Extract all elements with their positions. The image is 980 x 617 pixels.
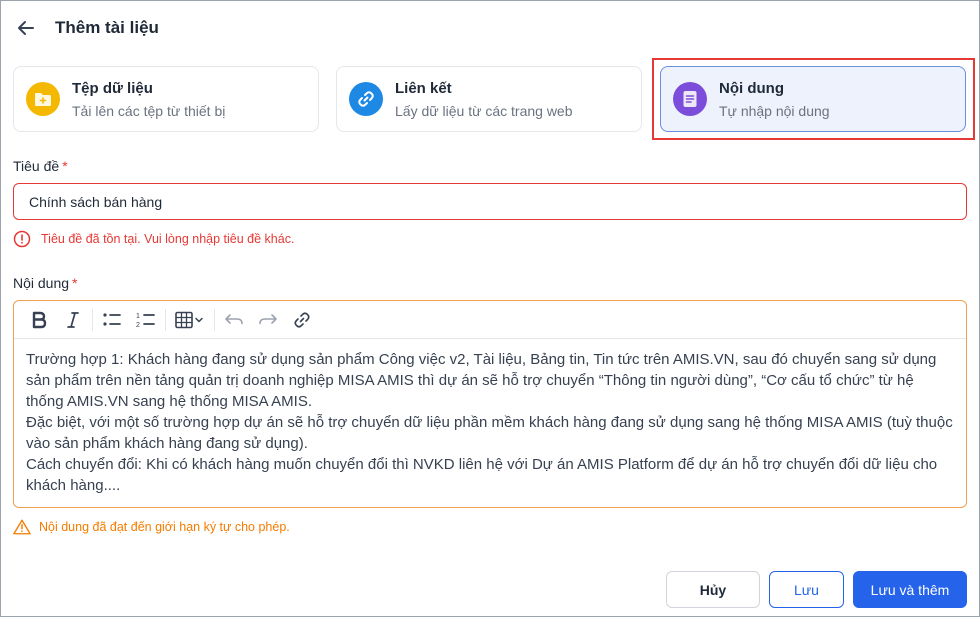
card-title: Nội dung: [719, 79, 784, 97]
title-error-message: Tiêu đề đã tồn tại. Vui lòng nhập tiêu đ…: [13, 230, 294, 248]
source-card-content[interactable]: Nội dung Tự nhập nội dung: [660, 66, 966, 132]
content-paragraph: Cách chuyển đổi: Khi có khách hàng muốn …: [26, 456, 938, 494]
numbered-list-icon: 12: [136, 313, 155, 329]
content-label: Nội dung *: [13, 275, 78, 291]
warning-icon: [13, 518, 31, 536]
toolbar-divider: [92, 308, 93, 331]
arrow-left-icon: [18, 21, 34, 35]
content-paragraph: Đặc biệt, với một số trường hợp dự án sẽ…: [26, 414, 953, 452]
link-icon: [349, 82, 383, 116]
undo-icon: [225, 313, 243, 324]
svg-text:1: 1: [136, 313, 140, 320]
undo-button[interactable]: [217, 306, 251, 334]
source-card-link[interactable]: Liên kết Lấy dữ liệu từ các trang web: [336, 66, 642, 132]
card-subtitle: Tự nhập nội dung: [719, 102, 830, 119]
error-icon: [13, 230, 31, 248]
cancel-button[interactable]: Hủy: [666, 571, 760, 608]
svg-text:2: 2: [136, 322, 140, 329]
bold-icon: [32, 311, 47, 328]
back-button[interactable]: [13, 15, 39, 41]
dialog: Thêm tài liệu Tệp dữ liệu Tải lên các tệ…: [0, 0, 980, 617]
content-warning-message: Nội dung đã đạt đến giới hạn ký tự cho p…: [13, 518, 290, 536]
editor-toolbar: 12: [14, 301, 966, 339]
content-paragraph: Trường hợp 1: Khách hàng đang sử dụng sả…: [26, 351, 937, 410]
redo-button[interactable]: [251, 306, 285, 334]
title-input[interactable]: Chính sách bán hàng: [13, 183, 967, 220]
rich-text-editor[interactable]: 12 Trường hợp 1: Khách hàng đang sử dụng…: [13, 300, 967, 508]
folder-add-icon: [26, 82, 60, 116]
toolbar-divider: [214, 308, 215, 331]
card-subtitle: Lấy dữ liệu từ các trang web: [395, 102, 573, 119]
insert-link-button[interactable]: [285, 306, 319, 334]
page-title: Thêm tài liệu: [55, 18, 159, 37]
title-label: Tiêu đề *: [13, 158, 68, 174]
numbered-list-button[interactable]: 12: [129, 306, 163, 334]
redo-icon: [259, 313, 277, 324]
bullet-list-button[interactable]: [95, 306, 129, 334]
save-and-add-button[interactable]: Lưu và thêm: [853, 571, 967, 608]
toolbar-divider: [165, 308, 166, 331]
bullet-list-icon: [103, 312, 121, 326]
source-card-file[interactable]: Tệp dữ liệu Tải lên các tệp từ thiết bị: [13, 66, 319, 132]
card-title: Liên kết: [395, 79, 452, 97]
italic-icon: [67, 311, 79, 328]
document-icon: [673, 82, 707, 116]
title-input-value: Chính sách bán hàng: [29, 193, 163, 210]
header: Thêm tài liệu: [13, 13, 159, 43]
bold-button[interactable]: [22, 306, 56, 334]
card-subtitle: Tải lên các tệp từ thiết bị: [72, 102, 226, 119]
table-icon: [175, 311, 203, 328]
italic-button[interactable]: [56, 306, 90, 334]
link-icon: [294, 311, 310, 328]
editor-content[interactable]: Trường hợp 1: Khách hàng đang sử dụng sả…: [14, 339, 966, 496]
card-title: Tệp dữ liệu: [72, 79, 153, 97]
save-button[interactable]: Lưu: [769, 571, 844, 608]
table-button[interactable]: [168, 306, 212, 334]
